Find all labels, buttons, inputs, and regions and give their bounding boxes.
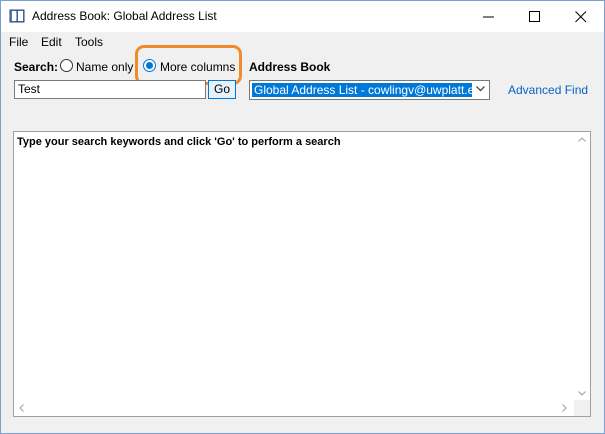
menu-file[interactable]: File <box>9 35 28 49</box>
advanced-find-link[interactable]: Advanced Find <box>508 83 588 97</box>
address-book-window: Address Book: Global Address List File E… <box>0 0 605 434</box>
results-message: Type your search keywords and click 'Go'… <box>17 136 341 148</box>
address-book-label: Address Book <box>249 60 331 74</box>
name-only-label[interactable]: Name only <box>76 60 133 74</box>
name-only-radio[interactable] <box>60 59 73 72</box>
address-book-dropdown[interactable]: Global Address List - cowlingv@uwplatt.e <box>249 80 490 100</box>
scroll-up-icon[interactable] <box>578 137 586 142</box>
menu-bar: File Edit Tools <box>1 32 604 52</box>
maximize-button[interactable] <box>512 1 558 32</box>
title-bar: Address Book: Global Address List <box>1 1 604 32</box>
scrollbar-corner <box>574 400 590 416</box>
vertical-scrollbar[interactable] <box>574 132 590 402</box>
search-label: Search: <box>14 60 59 74</box>
highlight-annotation <box>135 45 242 85</box>
go-button[interactable]: Go <box>208 80 236 99</box>
results-pane[interactable]: Type your search keywords and click 'Go'… <box>13 131 591 417</box>
menu-edit[interactable]: Edit <box>41 35 62 49</box>
window-title: Address Book: Global Address List <box>32 9 217 23</box>
minimize-button[interactable] <box>466 1 512 32</box>
scroll-left-icon[interactable] <box>19 404 24 412</box>
menu-tools[interactable]: Tools <box>75 35 103 49</box>
scroll-down-icon[interactable] <box>578 391 586 396</box>
address-book-selected: Global Address List - cowlingv@uwplatt.e <box>252 83 472 97</box>
horizontal-scrollbar[interactable] <box>14 400 574 416</box>
chevron-down-icon <box>476 86 485 92</box>
maximize-icon <box>529 11 540 22</box>
address-book-icon <box>9 9 25 23</box>
close-icon <box>575 11 587 23</box>
close-button[interactable] <box>558 1 604 32</box>
search-input[interactable]: Test <box>14 80 206 99</box>
minimize-icon <box>483 16 494 18</box>
scroll-right-icon[interactable] <box>562 404 567 412</box>
